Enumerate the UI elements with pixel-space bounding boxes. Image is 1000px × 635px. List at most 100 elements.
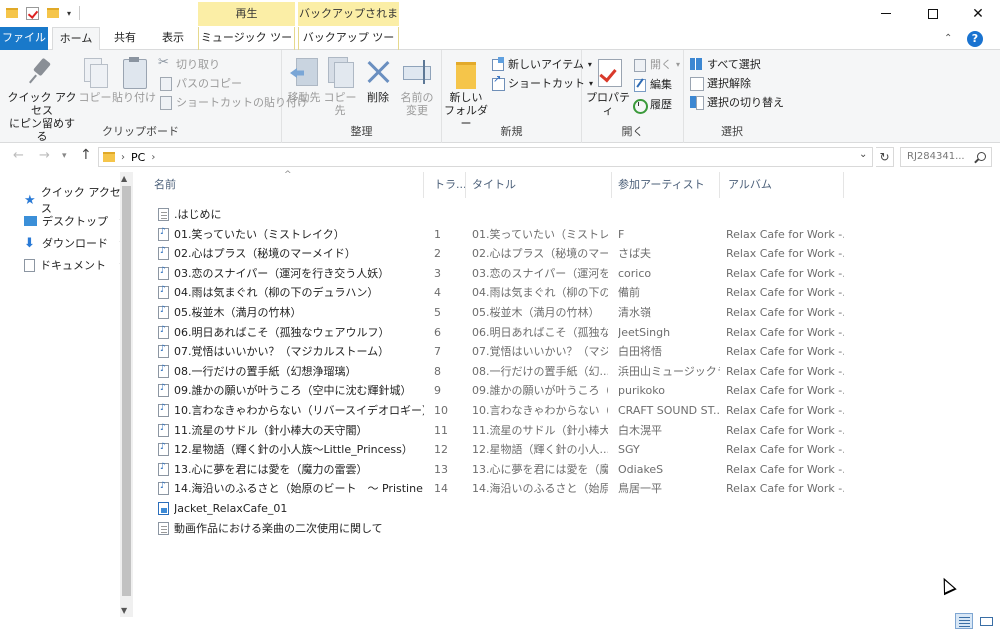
- table-row[interactable]: 01.笑っていたい（ミストレイク） 1 01.笑っていたい（ミストレイク） F Rela…: [146, 225, 846, 244]
- table-row[interactable]: 02.心はプラス（秘境のマーメイド） 2 02.心はプラス（秘境のマーメ... さば夫…: [146, 244, 846, 263]
- table-row[interactable]: 08.一行だけの置手紙（幻想浄瑠璃） 8 08.一行だけの置手紙（幻... 浜田山ミュ…: [146, 362, 846, 381]
- folder-icon[interactable]: [6, 8, 18, 18]
- file-list: ^ 名前 トラ... タイトル 参加アーティスト アルバム .はじめに01.笑っ…: [146, 170, 996, 617]
- scrollbar-thumb[interactable]: [122, 186, 131, 596]
- copy-label: コピー: [78, 91, 112, 104]
- delete-button[interactable]: 削除: [362, 56, 394, 104]
- cell-name: 09.誰かの願いが叶うころ（空中に沈む輝針城）: [174, 384, 412, 398]
- copy-button[interactable]: コピー: [78, 56, 112, 104]
- cell-artist: SGY: [618, 443, 640, 457]
- scroll-up-icon[interactable]: ▲: [121, 174, 127, 183]
- move-to-button[interactable]: 移動先: [286, 56, 322, 104]
- audio-file-icon: [158, 462, 169, 476]
- column-header-name[interactable]: 名前: [146, 172, 424, 198]
- cell-album: Relax Cafe for Work -...: [726, 247, 844, 261]
- breadcrumb-chevron-icon[interactable]: ›: [151, 152, 155, 163]
- rename-button[interactable]: 名前の 変更: [398, 56, 436, 117]
- cut-button[interactable]: 切り取り: [158, 55, 220, 73]
- back-arrow-icon[interactable]: ←: [13, 148, 24, 163]
- new-item-button[interactable]: 新しいアイテム ▾: [490, 55, 592, 73]
- cell-artist: [618, 499, 720, 518]
- large-icons-view-button[interactable]: [977, 613, 995, 629]
- tab-file[interactable]: ファイル: [0, 27, 48, 50]
- address-bar[interactable]: › PC ›: [98, 147, 873, 167]
- column-header-artist[interactable]: 参加アーティスト: [610, 172, 720, 198]
- minimize-button[interactable]: [863, 0, 909, 27]
- select-all-icon: [689, 57, 703, 71]
- table-row[interactable]: 10.言わなきゃわからない（リバースイデオロギー） 10 10.言わなきゃわからない…: [146, 401, 846, 420]
- table-row[interactable]: Jacket_RelaxCafe_01: [146, 499, 846, 518]
- column-header-track[interactable]: トラ...: [426, 172, 466, 198]
- help-icon[interactable]: ?: [967, 31, 983, 47]
- column-header-title[interactable]: タイトル: [464, 172, 612, 198]
- nav-scrollbar[interactable]: ▲ ▼: [120, 172, 133, 617]
- open-button[interactable]: 開く ▾: [632, 55, 680, 73]
- table-row[interactable]: 動画作品における楽曲の二次使用に関して: [146, 519, 846, 538]
- nav-item-documents[interactable]: ドキュメント ✦: [24, 255, 126, 275]
- forward-arrow-icon[interactable]: →: [39, 148, 50, 163]
- cell-title: 13.心に夢を君には愛を（魔...: [472, 462, 608, 476]
- collapse-ribbon-icon[interactable]: ⌃: [944, 33, 952, 44]
- maximize-button[interactable]: [910, 0, 956, 27]
- new-folder-button[interactable]: 新しい フォルダー: [444, 56, 488, 130]
- copy-to-button[interactable]: コピー先: [322, 56, 358, 117]
- pin-icon: [26, 56, 58, 88]
- table-row[interactable]: 05.桜並木（満月の竹林） 5 05.桜並木（満月の竹林） 清水嶺 Relax Cafe…: [146, 303, 846, 322]
- breadcrumb-pc[interactable]: PC: [131, 151, 145, 164]
- column-header-album[interactable]: アルバム: [720, 172, 844, 198]
- table-row[interactable]: 12.星物語（輝く針の小人族～Little_Princess） 12 12.星物語（…: [146, 440, 846, 459]
- table-row[interactable]: 09.誰かの願いが叶うころ（空中に沈む輝針城） 9 09.誰かの願いが叶うころ（空.…: [146, 381, 846, 400]
- properties-check-icon[interactable]: [26, 6, 39, 20]
- recent-locations-icon[interactable]: ▾: [62, 151, 67, 161]
- folder-icon: [103, 152, 115, 162]
- scroll-down-icon[interactable]: ▼: [121, 606, 127, 615]
- cell-artist: [618, 519, 720, 538]
- audio-file-icon: [158, 442, 169, 457]
- properties-icon: [592, 56, 624, 88]
- table-row[interactable]: 14.海沿いのふるさと（始原のビート ～ Pristine Beat） 14 14.…: [146, 479, 846, 498]
- invert-selection-button[interactable]: 選択の切り替え: [689, 93, 784, 111]
- table-row[interactable]: 06.明日あればこそ（孤独なウェアウルフ） 6 06.明日あればこそ（孤独なウ...…: [146, 323, 846, 342]
- table-row[interactable]: 07.覚悟はいいかい？（マジカルストーム） 7 07.覚悟はいいかい？（マジカ...…: [146, 342, 846, 361]
- cell-track: 11: [434, 423, 448, 437]
- address-dropdown-icon[interactable]: ⌄: [859, 149, 867, 160]
- nav-item-desktop[interactable]: デスクトップ ✦: [24, 211, 126, 231]
- table-row[interactable]: 04.雨は気まぐれ（柳の下のデュラハン） 4 04.雨は気まぐれ（柳の下のデ... 備…: [146, 283, 846, 302]
- customize-toolbar-icon[interactable]: ▾: [67, 9, 71, 18]
- cell-track: [434, 205, 464, 224]
- new-folder-icon[interactable]: [47, 8, 59, 18]
- breadcrumb-chevron-icon[interactable]: ›: [121, 152, 125, 163]
- search-input[interactable]: RJ284341...: [900, 147, 992, 167]
- tab-home[interactable]: ホーム: [52, 27, 100, 51]
- nav-item-downloads[interactable]: ⬇ ダウンロード ✦: [24, 233, 126, 253]
- close-icon: ✕: [972, 5, 984, 22]
- nav-item-quick-access[interactable]: ★ クイック アクセス: [24, 186, 124, 215]
- group-clipboard: クイック アクセス にピン留めする コピー 貼り付け 切り取り パスのコピー シ…: [0, 50, 308, 143]
- select-none-button[interactable]: 選択解除: [689, 74, 751, 92]
- details-view-button[interactable]: [955, 613, 973, 629]
- table-row[interactable]: .はじめに: [146, 205, 846, 224]
- select-all-button[interactable]: すべて選択: [689, 55, 761, 73]
- cell-album: Relax Cafe for Work -...: [726, 266, 844, 280]
- cell-artist: CRAFT SOUND ST...: [618, 404, 720, 417]
- tab-backup-tools[interactable]: バックアップ ツール: [298, 27, 399, 66]
- properties-button[interactable]: プロパティ: [586, 56, 630, 117]
- tab-share[interactable]: 共有: [106, 27, 144, 50]
- copy-path-button[interactable]: パスのコピー: [158, 74, 242, 92]
- cell-artist: さば夫: [618, 247, 651, 261]
- tab-view[interactable]: 表示: [152, 27, 194, 50]
- image-file-icon: [158, 502, 169, 515]
- cell-album: Relax Cafe for Work -...: [726, 364, 844, 378]
- paste-button[interactable]: 貼り付け: [112, 56, 156, 104]
- invert-selection-icon: [689, 95, 704, 110]
- close-button[interactable]: ✕: [955, 0, 1000, 27]
- tab-music-tools[interactable]: ミュージック ツール: [198, 27, 295, 66]
- table-row[interactable]: 03.恋のスナイパー（運河を行き交う人妖） 3 03.恋のスナイパー（運河を行...…: [146, 264, 846, 283]
- history-button[interactable]: 履歴: [632, 95, 672, 114]
- up-arrow-icon[interactable]: ↑: [80, 147, 92, 163]
- table-row[interactable]: 13.心に夢を君には愛を（魔力の雷雲） 13 13.心に夢を君には愛を（魔... Od…: [146, 460, 846, 479]
- refresh-button[interactable]: ↻: [876, 147, 894, 167]
- table-row[interactable]: 11.流星のサドル（針小棒大の天守閣） 11 11.流星のサドル（針小棒大... 白木…: [146, 421, 846, 440]
- edit-button[interactable]: 編集: [632, 75, 672, 93]
- shortcut-button[interactable]: ショートカット ▾: [490, 74, 593, 92]
